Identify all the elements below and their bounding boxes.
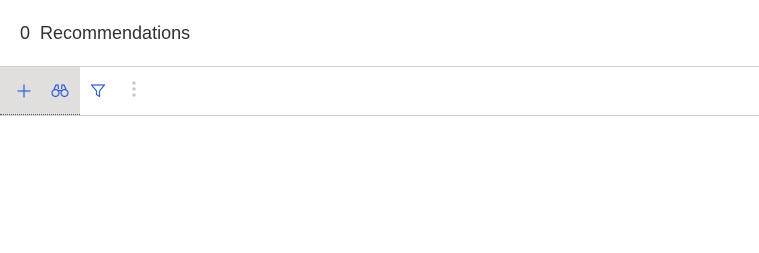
filter-icon xyxy=(90,83,106,99)
section-header: 0 Recommendations xyxy=(0,0,759,66)
toolbar xyxy=(0,66,759,116)
toolbar-active-group xyxy=(0,67,80,115)
filter-button[interactable] xyxy=(80,67,116,115)
recommendation-count: 0 xyxy=(20,22,31,43)
add-button[interactable] xyxy=(6,67,42,114)
plus-icon xyxy=(16,83,32,99)
binoculars-icon xyxy=(51,83,69,99)
search-button[interactable] xyxy=(42,67,78,114)
section-title: Recommendations xyxy=(40,22,191,43)
more-vertical-icon xyxy=(131,80,137,103)
more-options-button[interactable] xyxy=(116,67,152,115)
